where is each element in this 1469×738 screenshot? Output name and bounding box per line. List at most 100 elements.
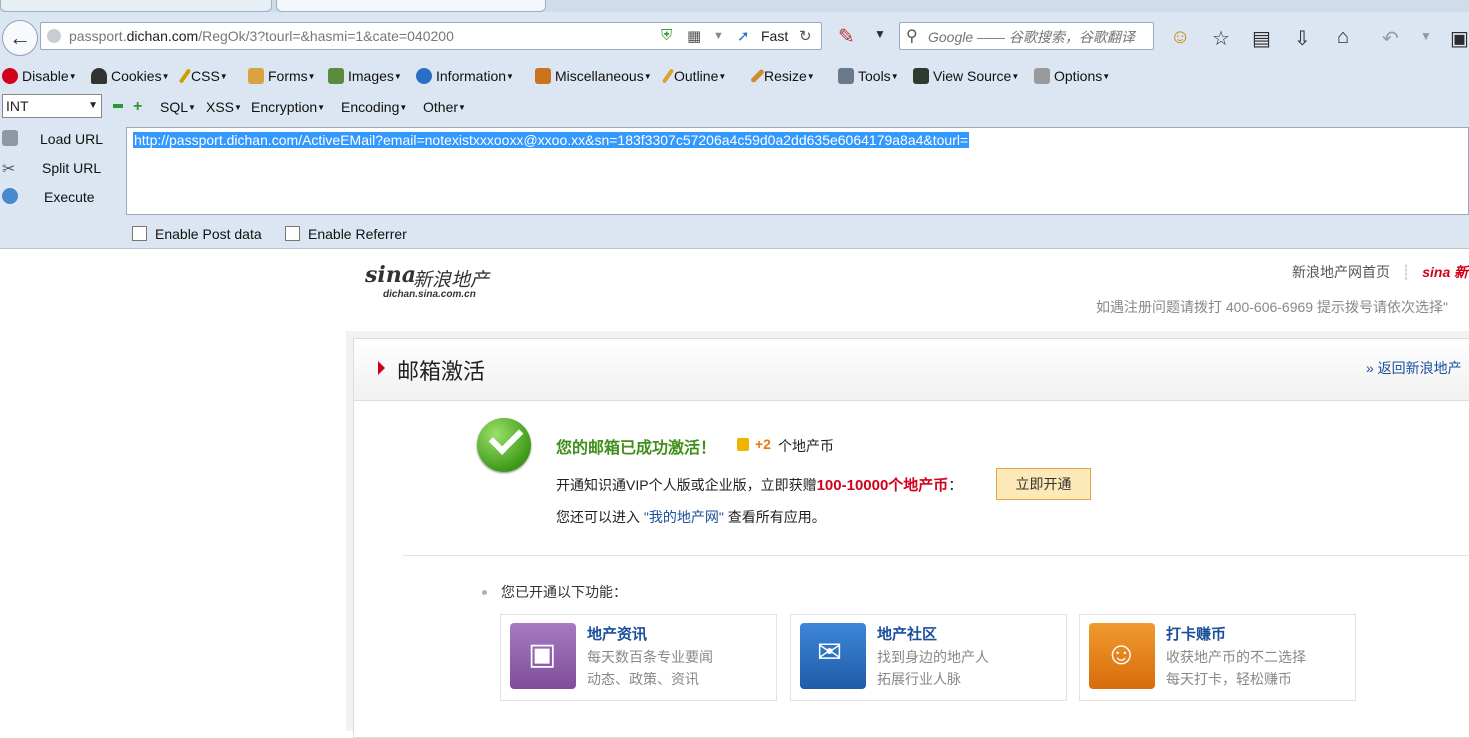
undo-dropdown-icon[interactable]: ▼ bbox=[1420, 29, 1432, 43]
images-menu[interactable]: Images▼ bbox=[328, 68, 402, 84]
tools-menu[interactable]: Tools▼ bbox=[838, 68, 899, 84]
feature-title[interactable]: 打卡赚币 bbox=[1166, 623, 1226, 644]
encoding-menu[interactable]: Encoding▼ bbox=[341, 99, 407, 115]
download-icon[interactable]: ⇩ bbox=[1294, 26, 1311, 51]
execute-play-icon bbox=[2, 188, 18, 204]
reload-icon[interactable]: ↻ bbox=[799, 27, 812, 45]
back-button[interactable]: ← bbox=[2, 20, 38, 56]
chat-bubble-glyph-icon: ✉ bbox=[817, 636, 843, 669]
address-bar[interactable]: passport.dichan.com/RegOk/3?tourl=&hasmi… bbox=[40, 22, 822, 50]
feature-desc-line1: 收获地产币的不二选择 bbox=[1166, 649, 1306, 665]
feature-card-news[interactable]: ▣ 地产资讯 每天数百条专业要闻 动态、政策、资讯 bbox=[500, 614, 777, 701]
url-domain: dichan.com bbox=[126, 28, 199, 44]
feature-card-community[interactable]: ✉ 地产社区 找到身边的地产人 拓展行业人脉 bbox=[790, 614, 1067, 701]
load-url-icon bbox=[2, 130, 18, 146]
bookmark-star-icon[interactable]: ☆ bbox=[1212, 26, 1230, 51]
enable-referrer-label: Enable Referrer bbox=[308, 226, 407, 242]
view-source-menu[interactable]: View Source▼ bbox=[913, 68, 1019, 84]
addon-dropdown-icon[interactable]: ▼ bbox=[874, 27, 886, 41]
search-input[interactable] bbox=[926, 26, 1154, 48]
coin-amount: +2 bbox=[755, 436, 771, 452]
search-bar[interactable]: ⚲ bbox=[899, 22, 1154, 50]
minus-icon[interactable] bbox=[113, 104, 123, 108]
community-chat-icon: ✉ bbox=[800, 623, 866, 689]
tools-icon bbox=[838, 68, 854, 84]
coin-unit: 个地产币 bbox=[778, 438, 834, 454]
miscellaneous-icon bbox=[535, 68, 551, 84]
enable-post-data-checkbox[interactable]: Enable Post data bbox=[132, 226, 262, 242]
qr-code-icon[interactable]: ▦ bbox=[687, 27, 701, 45]
success-check-icon bbox=[477, 418, 531, 472]
tab-previous[interactable] bbox=[0, 0, 272, 12]
coin-icon bbox=[737, 438, 749, 451]
hackbar: INT ▼ + SQL▼ XSS▼ Encryption▼ Encoding▼ O… bbox=[0, 92, 1469, 249]
cookies-menu[interactable]: Cookies▼ bbox=[91, 68, 170, 84]
forms-label: Forms bbox=[268, 68, 308, 84]
speed-label: Fast bbox=[761, 28, 789, 44]
view-source-label: View Source bbox=[933, 68, 1012, 84]
resize-ruler-icon bbox=[750, 68, 765, 84]
feature-card-checkin[interactable]: ☺ 打卡赚币 收获地产币的不二选择 每天打卡，轻松赚币 bbox=[1079, 614, 1356, 701]
tab-active[interactable] bbox=[276, 0, 546, 12]
url-textarea[interactable]: http://passport.dichan.com/ActiveEMail?e… bbox=[126, 127, 1469, 215]
split-url-button[interactable]: ✂ Split URL bbox=[0, 157, 120, 179]
options-menu[interactable]: Options▼ bbox=[1034, 68, 1110, 84]
search-icon: ⚲ bbox=[906, 28, 918, 45]
encryption-label: Encryption bbox=[251, 99, 318, 115]
resize-label: Resize bbox=[764, 68, 807, 84]
execute-button[interactable]: Execute bbox=[0, 186, 120, 208]
css-menu[interactable]: CSS▼ bbox=[178, 68, 228, 84]
plus-icon[interactable]: + bbox=[133, 98, 142, 116]
view-source-icon bbox=[913, 68, 929, 84]
addon-icon[interactable]: ✎ bbox=[838, 24, 855, 49]
sql-menu[interactable]: SQL▼ bbox=[160, 99, 196, 115]
reader-list-icon[interactable]: ▤ bbox=[1252, 26, 1271, 51]
miscellaneous-menu[interactable]: Miscellaneous▼ bbox=[535, 68, 652, 84]
split-url-scissors-icon: ✂ bbox=[2, 161, 16, 178]
undo-icon[interactable]: ↶ bbox=[1382, 26, 1399, 51]
extension-icon[interactable]: ☺ bbox=[1170, 26, 1190, 49]
dropdown-icon[interactable]: ▼ bbox=[713, 30, 724, 42]
images-label: Images bbox=[348, 68, 394, 84]
feature-desc-line2: 拓展行业人脉 bbox=[877, 671, 961, 687]
back-to-sina-link[interactable]: » 返回新浪地产 bbox=[1366, 358, 1462, 378]
home-icon[interactable]: ⌂ bbox=[1337, 26, 1349, 49]
resize-menu[interactable]: Resize▼ bbox=[750, 68, 815, 84]
page-title: 邮箱激活 bbox=[397, 359, 486, 384]
address-url[interactable]: passport.dichan.com/RegOk/3?tourl=&hasmi… bbox=[69, 28, 454, 44]
feature-title[interactable]: 地产社区 bbox=[877, 623, 937, 644]
forms-menu[interactable]: Forms▼ bbox=[248, 68, 316, 84]
cookies-label: Cookies bbox=[111, 68, 162, 84]
encryption-menu[interactable]: Encryption▼ bbox=[251, 99, 325, 115]
css-wand-icon bbox=[178, 68, 192, 84]
load-url-label: Load URL bbox=[40, 131, 104, 147]
xss-menu[interactable]: XSS▼ bbox=[206, 99, 242, 115]
disable-menu[interactable]: Disable▼ bbox=[2, 68, 77, 84]
vip-offer-text: 开通知识通VIP个人版或企业版，立即获赠100-10000个地产币： bbox=[556, 474, 962, 495]
sina-dichan-logo[interactable]: sina 新浪地产 dichan.sina.com.cn bbox=[365, 262, 505, 304]
header-arrow-icon bbox=[378, 361, 385, 375]
outline-menu[interactable]: Outline▼ bbox=[661, 68, 726, 84]
int-select[interactable]: INT ▼ bbox=[2, 94, 102, 118]
site-identity-icon[interactable] bbox=[47, 29, 61, 43]
feature-desc-line2: 每天打卡，轻松赚币 bbox=[1166, 671, 1292, 687]
cookies-icon bbox=[91, 68, 107, 84]
other-menu[interactable]: Other▼ bbox=[423, 99, 466, 115]
information-menu[interactable]: Information▼ bbox=[416, 68, 514, 84]
css-label: CSS bbox=[191, 68, 220, 84]
shield-icon[interactable]: ⛨ bbox=[661, 27, 672, 44]
checkbox-box[interactable] bbox=[132, 226, 147, 241]
checkbox-box[interactable] bbox=[285, 226, 300, 241]
dichan-home-link[interactable]: 新浪地产网首页 bbox=[1292, 264, 1390, 280]
my-site-after: 查看所有应用。 bbox=[723, 509, 826, 525]
sina-link[interactable]: sina 新 bbox=[1422, 264, 1468, 280]
feature-title[interactable]: 地产资讯 bbox=[587, 623, 647, 644]
open-now-button[interactable]: 立即开通 bbox=[996, 468, 1091, 500]
top-links: 新浪地产网首页 ┊ sina 新 bbox=[1292, 262, 1468, 282]
my-site-link[interactable]: "我的地产网" bbox=[644, 509, 724, 525]
check-mark bbox=[488, 420, 524, 455]
navigation-bar: ← passport.dichan.com/RegOk/3?tourl=&has… bbox=[0, 12, 1469, 62]
load-url-button[interactable]: Load URL bbox=[0, 128, 120, 150]
enable-referrer-checkbox[interactable]: Enable Referrer bbox=[285, 226, 407, 242]
menu-icon[interactable]: ▣ bbox=[1450, 26, 1469, 51]
